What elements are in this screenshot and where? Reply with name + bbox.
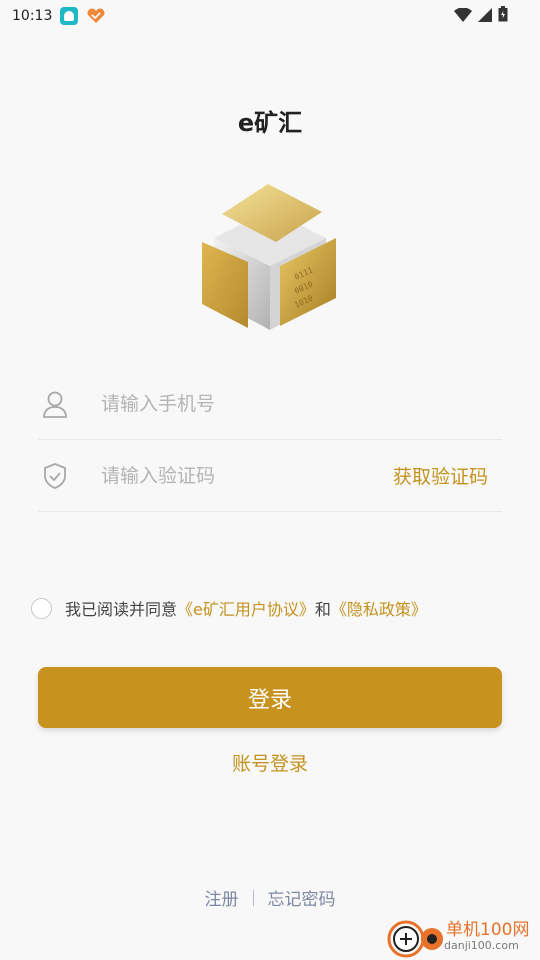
register-link[interactable]: 注册 xyxy=(205,885,239,910)
status-bar: 10:13 xyxy=(0,0,540,32)
watermark-name: 单机100网 xyxy=(446,920,530,940)
wifi-icon xyxy=(454,6,472,26)
shield-check-icon xyxy=(40,461,70,491)
watermark-logo-icon xyxy=(387,920,443,958)
footer-links: 注册 忘记密码 xyxy=(0,885,540,910)
agreement-row: 我已阅读并同意 《e矿汇用户协议》 和 《隐私政策》 xyxy=(31,596,427,620)
app-notification-icon xyxy=(60,7,79,25)
get-code-button[interactable]: 获取验证码 xyxy=(393,462,488,489)
login-button[interactable]: 登录 xyxy=(38,667,502,728)
user-agreement-link[interactable]: 《e矿汇用户协议》 xyxy=(177,596,315,620)
agreement-prefix: 我已阅读并同意 xyxy=(65,600,178,619)
account-login-link[interactable]: 账号登录 xyxy=(0,749,540,776)
phone-input[interactable] xyxy=(101,383,502,424)
verification-code-field: 获取验证码 xyxy=(38,440,502,512)
app-title: e矿汇 xyxy=(237,109,303,137)
status-time: 10:13 xyxy=(12,8,53,24)
phone-field xyxy=(38,368,502,440)
battery-icon xyxy=(498,6,508,26)
signal-icon xyxy=(478,7,492,26)
heart-notification-icon xyxy=(86,8,106,24)
watermark: 单机100网 danji100.com xyxy=(386,913,536,958)
privacy-policy-link[interactable]: 《隐私政策》 xyxy=(331,596,427,620)
agreement-checkbox[interactable] xyxy=(31,597,52,619)
app-logo: 0111 0010 1010 xyxy=(200,180,340,332)
user-icon xyxy=(40,389,70,419)
forgot-password-link[interactable]: 忘记密码 xyxy=(268,885,336,910)
footer-divider xyxy=(252,889,254,906)
agreement-conjunction: 和 xyxy=(314,600,331,619)
watermark-url: danji100.com xyxy=(444,939,519,952)
verification-code-input[interactable] xyxy=(101,455,393,496)
